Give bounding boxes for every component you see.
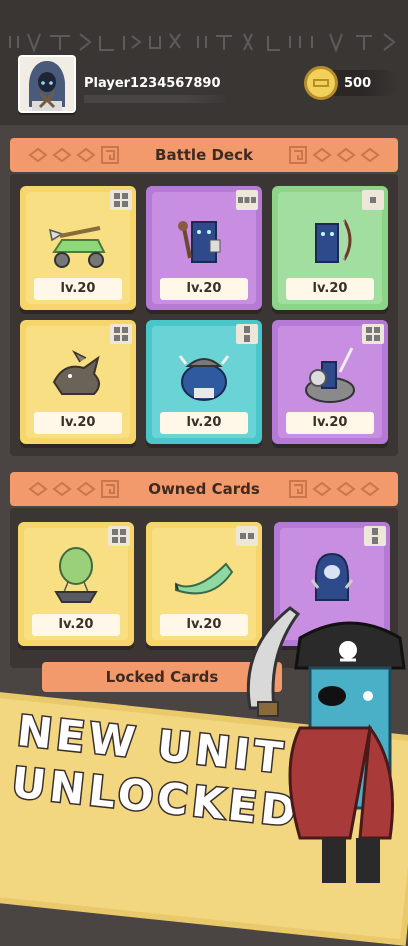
size-2x1-icon [236, 526, 258, 546]
owned-cards-banner: Owned Cards [10, 472, 398, 506]
size-1x2-icon [364, 526, 386, 546]
boar-rider-icon [305, 347, 355, 403]
deck-card-4[interactable]: lv.20 [20, 320, 136, 444]
card-level: lv.20 [34, 278, 122, 300]
size-2x2-icon [362, 324, 384, 344]
size-1x2-icon [236, 324, 258, 344]
decorative-glyph-row [9, 33, 396, 53]
player-avatar[interactable] [18, 55, 76, 113]
pirate-captain-icon [246, 606, 406, 883]
player-name: Player1234567890 [84, 76, 221, 91]
deck-card-1[interactable]: lv.20 [20, 186, 136, 310]
deck-card-5[interactable]: lv.20 [146, 320, 262, 444]
hooded-mage-icon [178, 221, 221, 263]
deck-card-2[interactable]: lv.20 [146, 186, 262, 310]
player-name-underline [84, 95, 229, 103]
viking-brute-icon [178, 355, 230, 401]
card-level: lv.20 [286, 412, 374, 434]
archer-icon [315, 219, 352, 263]
hooded-player-icon [20, 57, 74, 111]
battle-deck-banner: Battle Deck [10, 138, 398, 172]
deck-card-3[interactable]: lv.20 [272, 186, 388, 310]
banner-ornament-right-icon [289, 146, 380, 164]
size-2x2-icon [110, 190, 132, 210]
card-level: lv.20 [160, 278, 248, 300]
catapult-icon [49, 226, 106, 268]
size-1x1-icon [362, 190, 384, 210]
owned-card-1[interactable]: lv.20 [18, 522, 134, 646]
deck-card-6[interactable]: lv.20 [272, 320, 388, 444]
size-2x2-icon [108, 526, 130, 546]
card-level: lv.20 [32, 614, 120, 636]
card-level: lv.20 [160, 412, 248, 434]
size-3x1-icon [236, 190, 258, 210]
gold-coin-icon [304, 66, 338, 100]
card-level: lv.20 [34, 412, 122, 434]
dragon-icon [52, 350, 100, 395]
banner-ornament-right-icon [289, 480, 380, 498]
war-horn-icon [175, 562, 234, 595]
card-level: lv.20 [286, 278, 374, 300]
card-level: lv.20 [160, 614, 248, 636]
coin-count: 500 [344, 76, 372, 91]
airship-icon [54, 547, 98, 603]
size-2x2-icon [110, 324, 132, 344]
